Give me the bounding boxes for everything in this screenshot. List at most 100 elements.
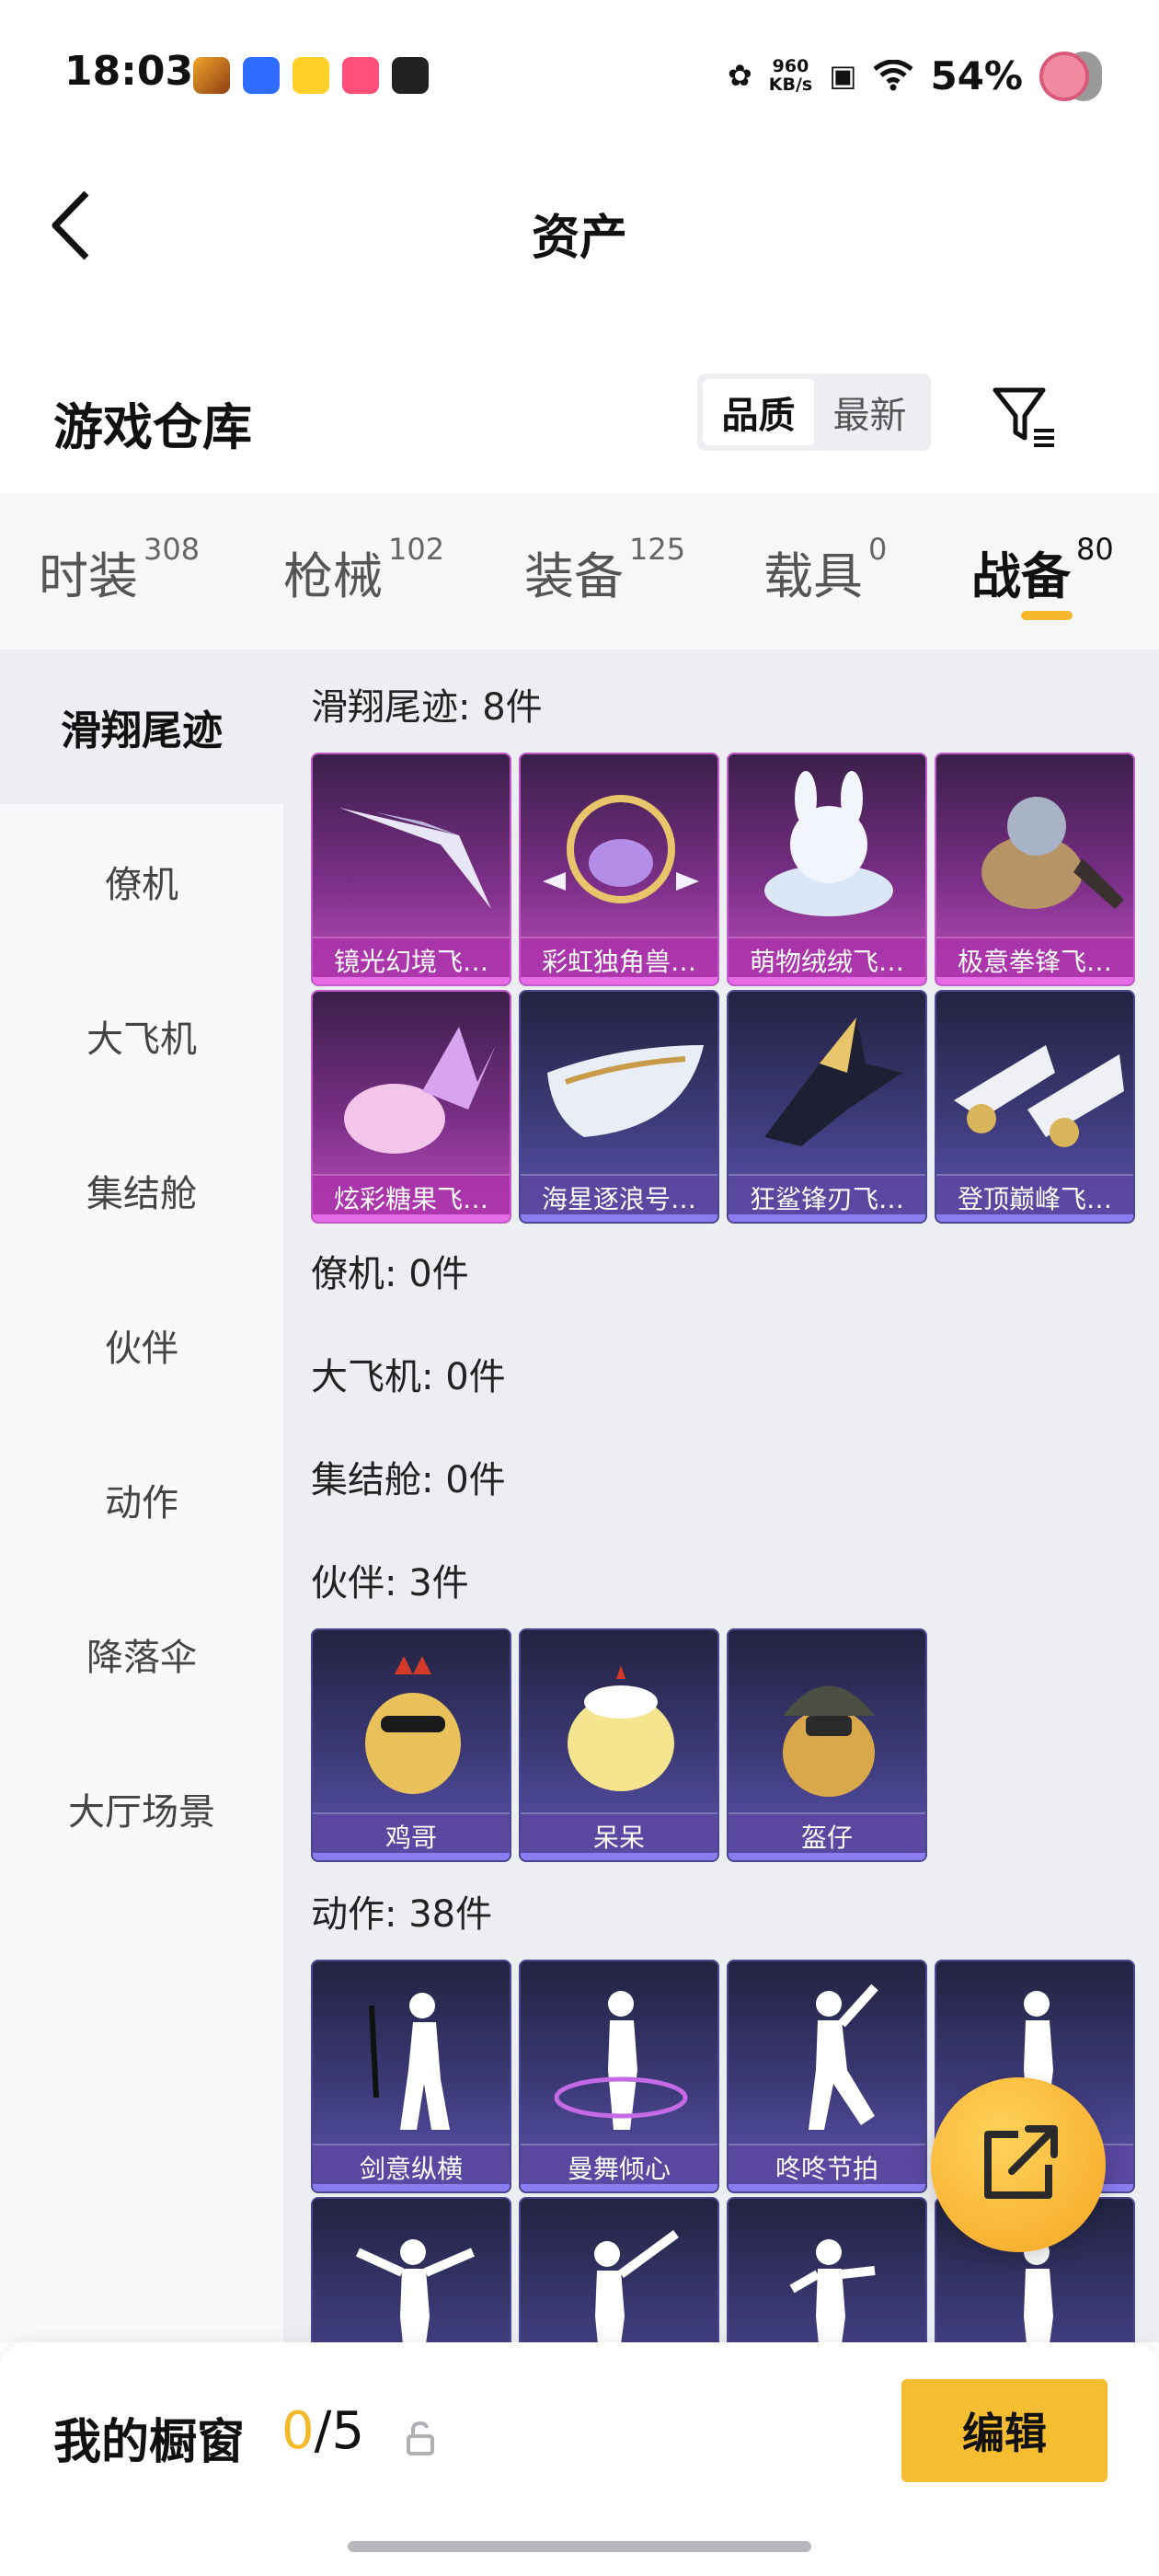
active-tab-indicator — [1021, 611, 1073, 620]
tab-count: 102 — [388, 532, 445, 567]
sort-quality-option[interactable]: 品质 — [703, 379, 814, 445]
status-right: ✿ 960 KB/s ▣ 54% — [728, 48, 1104, 103]
tab-label: 战备 — [971, 547, 1071, 605]
showcase-current: 0 — [281, 2401, 315, 2461]
network-speed-unit: KB/s — [768, 75, 813, 95]
section-label-glide: 滑翔尾迹: 8件 — [311, 686, 543, 729]
sort-newest-option[interactable]: 最新 — [814, 379, 925, 445]
sidebar-item-emote[interactable]: 动作 — [0, 1422, 283, 1577]
tab-label: 载具 — [763, 547, 863, 605]
item-card[interactable]: 极意拳锋飞… — [935, 753, 1135, 986]
item-name: 登顶巅峰飞… — [957, 1184, 1112, 1214]
sim-off-icon: ▣ — [829, 58, 857, 93]
candy-art — [344, 1027, 496, 1154]
item-card[interactable] — [519, 2197, 719, 2342]
cloud-app-icon — [243, 57, 280, 94]
wing-trail-art — [339, 808, 491, 909]
network-speed-value: 960 — [772, 56, 809, 76]
send-app-icon — [392, 57, 429, 94]
rarity-bar — [521, 977, 717, 984]
item-name: 鸡哥 — [384, 1823, 437, 1853]
network-speed: 960 KB/s — [769, 57, 812, 94]
sidebar-item-wingman[interactable]: 僚机 — [0, 804, 283, 959]
item-name: 剑意纵横 — [359, 2154, 463, 2184]
sidebar-item-pod[interactable]: 集结舱 — [0, 1113, 283, 1268]
dancer-silhouette-art — [809, 1984, 878, 2130]
item-card[interactable]: 曼舞倾心 — [519, 1960, 719, 2193]
notification-icons — [193, 57, 429, 94]
tab-weapons[interactable]: 枪械 102 — [283, 532, 445, 608]
item-card[interactable]: 狂鲨锋刃飞… — [727, 990, 927, 1224]
dancer-silhouette-art — [554, 1991, 688, 2130]
item-card[interactable]: 萌物绒绒飞… — [727, 753, 927, 986]
item-name: 极意拳锋飞… — [957, 947, 1112, 977]
item-card[interactable]: 海星逐浪号… — [519, 990, 719, 1224]
rarity-bar — [521, 1853, 717, 1860]
share-button[interactable] — [931, 2077, 1106, 2252]
rarity-bar — [729, 977, 925, 984]
rarity-bar — [521, 2184, 717, 2191]
tab-label: 枪械 — [283, 547, 383, 605]
lock-icon — [407, 2421, 434, 2455]
chick-art — [568, 1665, 674, 1791]
dancer-silhouette-art — [594, 2229, 679, 2342]
tab-battle-gear[interactable]: 战备 80 — [971, 532, 1114, 608]
rarity-bar — [729, 1214, 925, 1222]
app-header: 资产 — [0, 147, 1159, 304]
sidebar-item-partner[interactable]: 伙伴 — [0, 1268, 283, 1422]
showcase-total: /5 — [314, 2401, 365, 2461]
dancer-silhouette-art — [369, 1993, 450, 2130]
sidebar-item-lobby-scene[interactable]: 大厅场景 — [0, 1731, 283, 1886]
section-label-partner: 伙伴: 3件 — [311, 1562, 469, 1604]
game-app-icon — [193, 57, 230, 94]
status-bar: 18:03 ✿ 960 KB/s ▣ 54% — [0, 0, 1159, 147]
item-card[interactable] — [311, 2197, 511, 2342]
edit-button[interactable]: 编辑 — [901, 2379, 1107, 2482]
tab-count: 0 — [868, 532, 888, 567]
item-card[interactable] — [727, 2197, 927, 2342]
item-card[interactable]: 登顶巅峰飞… — [935, 990, 1135, 1224]
item-card[interactable]: 咚咚节拍 — [727, 1960, 927, 2193]
item-card[interactable]: 剑意纵横 — [311, 1960, 511, 2193]
jet-wings-art — [954, 1045, 1124, 1147]
rarity-bar — [313, 1214, 510, 1222]
item-card[interactable]: 炫彩糖果飞… — [311, 990, 511, 1224]
item-name: 炫彩糖果飞… — [333, 1184, 488, 1214]
page-title: 资产 — [531, 211, 627, 266]
sidebar: 滑翔尾迹 僚机 大飞机 集结舱 伙伴 动作 降落伞 大厅场景 — [0, 650, 283, 2342]
tab-label: 时装 — [39, 547, 138, 605]
tab-fashion[interactable]: 时装 308 — [39, 532, 200, 608]
filter-icon[interactable] — [988, 381, 1061, 454]
home-indicator[interactable] — [348, 2541, 811, 2552]
user-avatar-icon — [1039, 48, 1104, 103]
sidebar-item-plane[interactable]: 大飞机 — [0, 959, 283, 1113]
item-name: 曼舞倾心 — [567, 2154, 671, 2184]
tab-vehicles[interactable]: 载具 0 — [763, 532, 888, 608]
tab-equipment[interactable]: 装备 125 — [524, 532, 685, 608]
media-app-icon — [293, 57, 329, 94]
plush-bunny-art — [764, 771, 893, 916]
category-tabs: 时装 308 枪械 102 装备 125 载具 0 战备 80 — [0, 493, 1159, 650]
item-card[interactable]: 盔仔 — [727, 1628, 927, 1862]
item-card[interactable]: 彩虹独角兽… — [519, 753, 719, 986]
flower-icon: ✿ — [727, 58, 752, 93]
rarity-bar — [936, 1214, 1133, 1222]
wifi-icon — [873, 60, 914, 91]
rooster-art — [365, 1656, 461, 1794]
showcase-count: 0/5 — [281, 2401, 364, 2461]
item-card[interactable]: 鸡哥 — [311, 1628, 511, 1862]
share-export-icon — [984, 2125, 1058, 2199]
sidebar-item-parachute[interactable]: 降落伞 — [0, 1577, 283, 1731]
item-card[interactable]: 镜光幻境飞… — [311, 753, 511, 986]
dancer-silhouette-art — [355, 2239, 475, 2342]
item-name: 呆呆 — [592, 1823, 645, 1853]
item-name: 镜光幻境飞… — [333, 947, 488, 977]
sort-toggle: 品质 最新 — [697, 374, 931, 451]
rarity-bar — [521, 1214, 717, 1222]
assets-page: { "status_bar": { "time": "18:03", "netw… — [0, 0, 1159, 2576]
unicorn-emblem-art — [543, 795, 699, 903]
sidebar-item-glide-trail[interactable]: 滑翔尾迹 — [0, 650, 283, 804]
item-card[interactable]: 呆呆 — [519, 1628, 719, 1862]
rarity-bar — [313, 2184, 510, 2191]
rarity-bar — [313, 1853, 510, 1860]
